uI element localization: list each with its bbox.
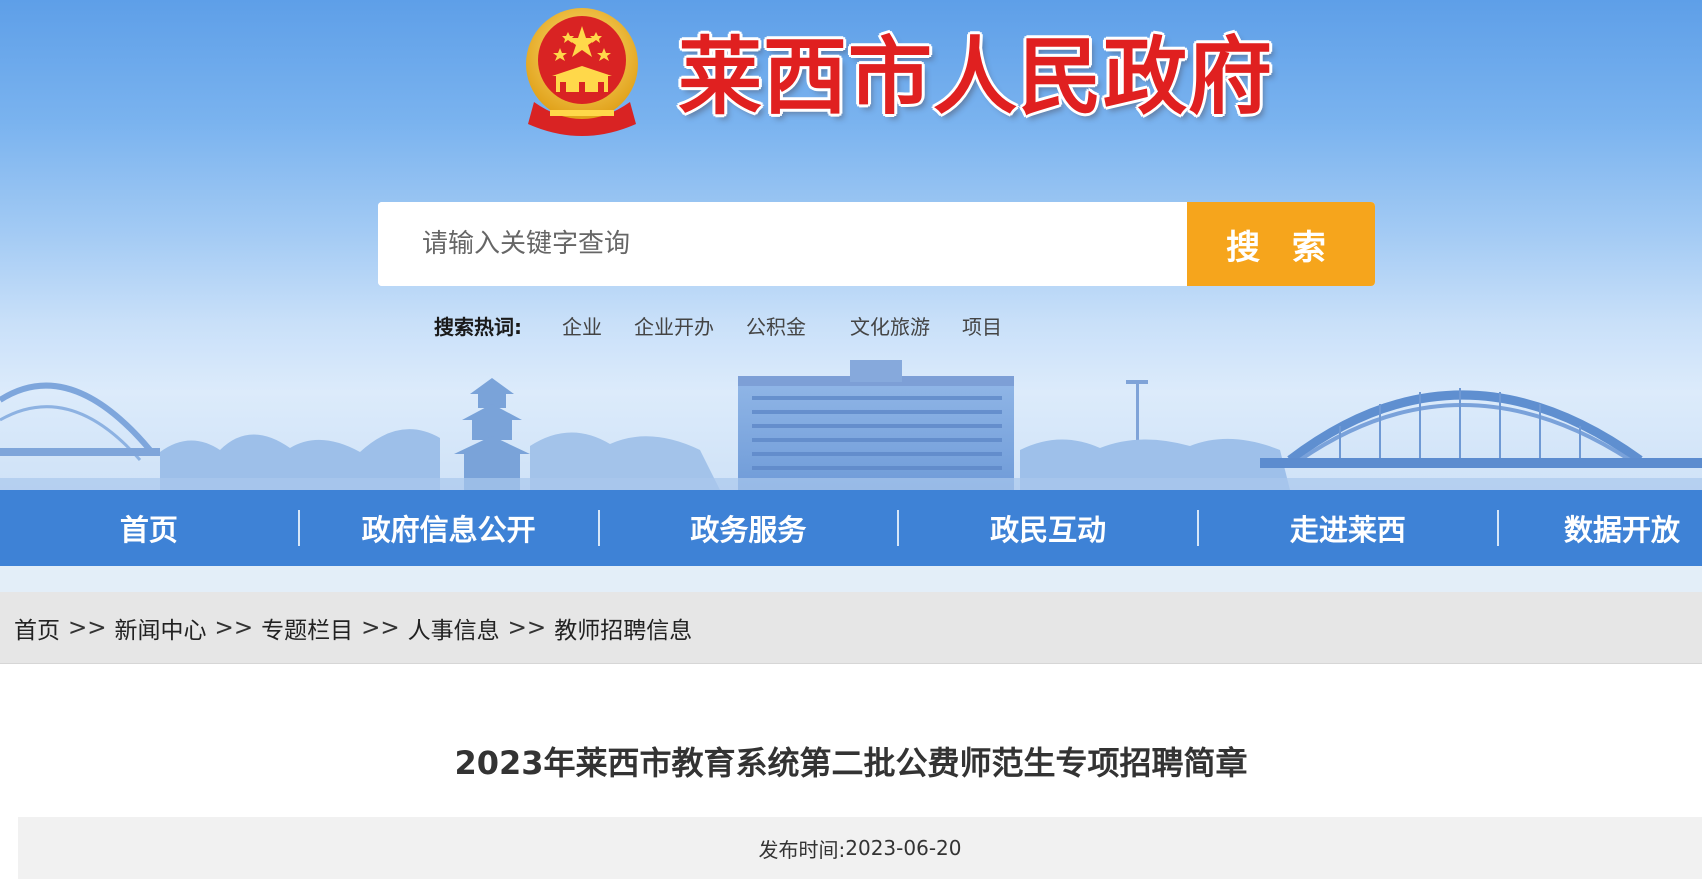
breadcrumb-special-topics[interactable]: 专题栏目: [261, 611, 353, 645]
hot-word-link[interactable]: 企业: [562, 311, 602, 340]
breadcrumb-news-center[interactable]: 新闻中心: [115, 611, 207, 645]
breadcrumb: 首页 >> 新闻中心 >> 专题栏目 >> 人事信息 >> 教师招聘信息: [0, 592, 1702, 664]
hot-word-link[interactable]: 企业开办: [634, 311, 714, 340]
article-meta-bar: 发布时间: 2023-06-20: [18, 817, 1702, 879]
hot-words-label: 搜索热词:: [434, 314, 522, 339]
nav-item-open-data[interactable]: 数据开放: [1499, 490, 1702, 566]
breadcrumb-home[interactable]: 首页: [14, 611, 60, 645]
national-emblem-icon: [526, 8, 638, 136]
hot-word-link[interactable]: 项目: [962, 311, 1002, 340]
search-box: 搜 索: [378, 202, 1375, 286]
breadcrumb-separator: >>: [214, 614, 254, 641]
breadcrumb-teacher-recruitment[interactable]: 教师招聘信息: [554, 611, 692, 645]
article-title: 2023年莱西市教育系统第二批公费师范生专项招聘简章: [454, 744, 1248, 782]
city-skyline-image: [0, 360, 1702, 490]
breadcrumb-separator: >>: [68, 614, 107, 641]
nav-item-home[interactable]: 首页: [0, 490, 298, 566]
header-banner: 莱西市人民政府 搜 索 搜索热词: 企业 企业开办 公积金 文化旅游 项目: [0, 0, 1702, 490]
nav-item-about-laixi[interactable]: 走进莱西: [1199, 490, 1497, 566]
breadcrumb-separator: >>: [361, 614, 400, 641]
pagoda-icon: [454, 378, 530, 490]
search-button[interactable]: 搜 索: [1187, 202, 1375, 286]
breadcrumb-personnel-info[interactable]: 人事信息: [408, 611, 500, 645]
nav-spacer: [0, 566, 1702, 592]
nav-item-interaction[interactable]: 政民互动: [899, 490, 1197, 566]
publish-time-label: 发布时间:: [758, 837, 846, 862]
site-title: 莱西市人民政府: [678, 28, 1274, 126]
hot-word-link[interactable]: 文化旅游: [850, 311, 930, 340]
main-nav: 首页 政府信息公开 政务服务 政民互动 走进莱西 数据开放: [0, 490, 1702, 566]
nav-item-services[interactable]: 政务服务: [600, 490, 898, 566]
nav-item-gov-info[interactable]: 政府信息公开: [300, 490, 598, 566]
hot-word-link[interactable]: 公积金: [746, 311, 806, 340]
search-input[interactable]: [378, 202, 1187, 286]
publish-date: 2023-06-20: [845, 836, 962, 860]
breadcrumb-separator: >>: [507, 614, 547, 641]
hot-words: 搜索热词: 企业 企业开办 公积金 文化旅游 项目: [434, 308, 1034, 342]
